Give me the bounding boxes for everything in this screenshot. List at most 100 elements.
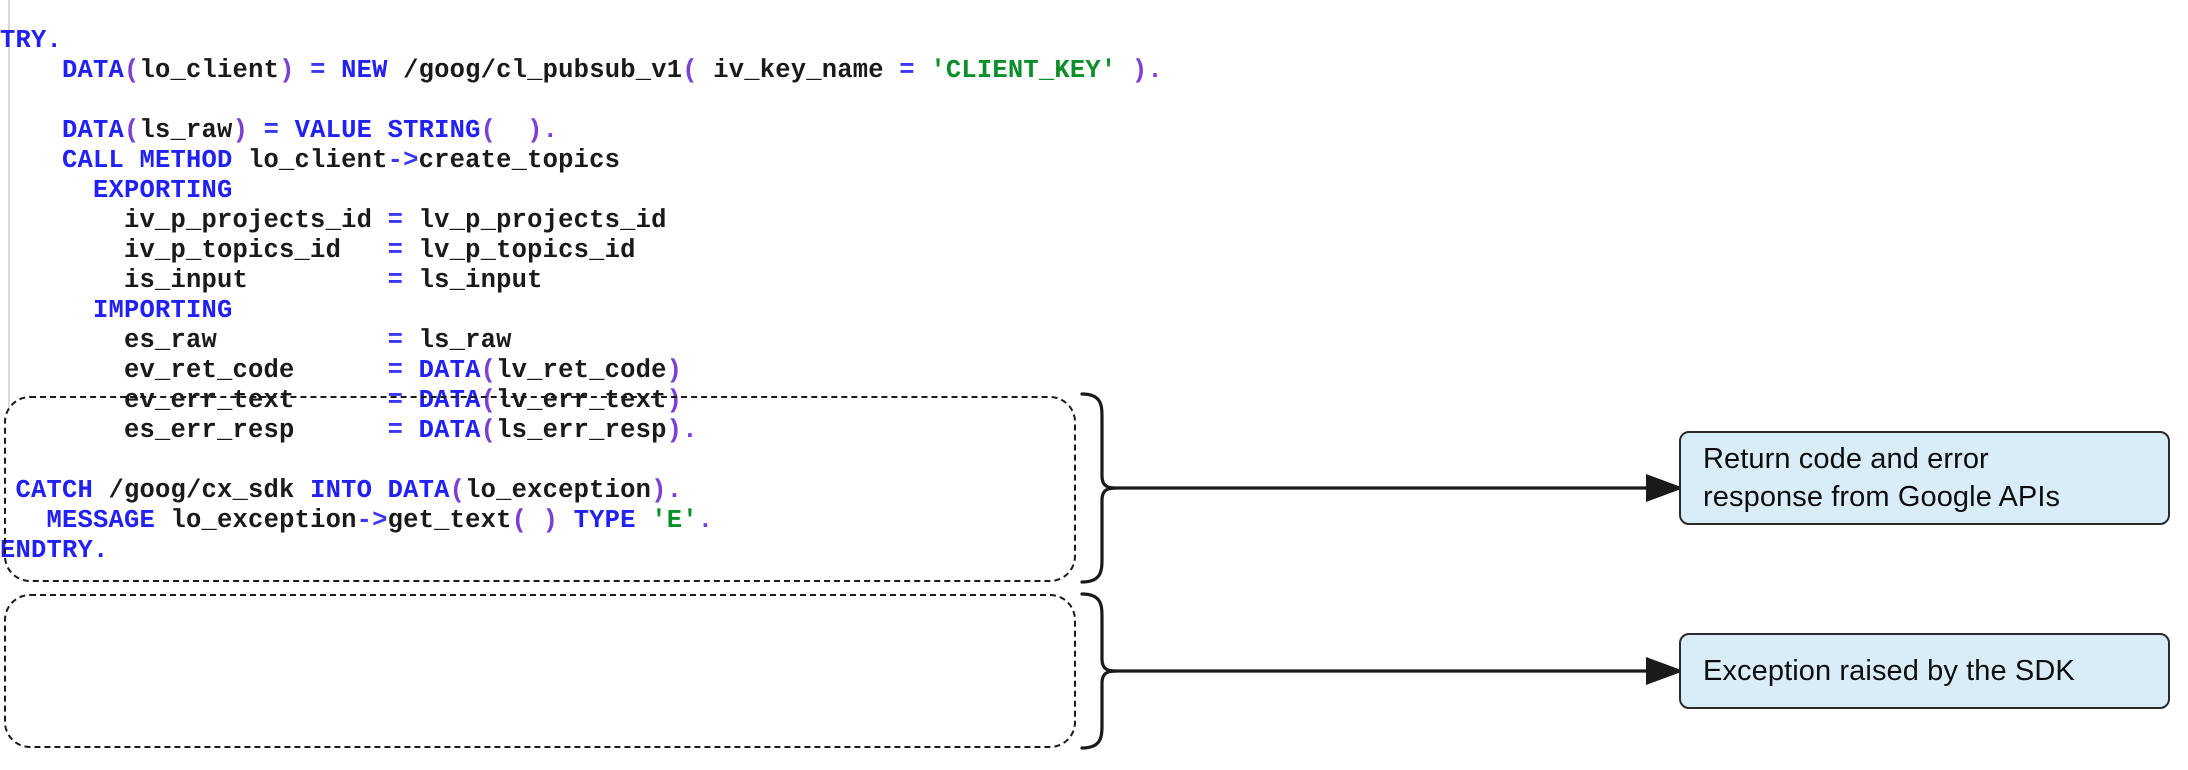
code-token-pn: ) xyxy=(279,55,295,85)
code-token-pn: ) xyxy=(651,475,667,505)
code-token-id: lo_client xyxy=(139,55,280,85)
code-token-id: lv_p_projects_id xyxy=(403,205,667,235)
code-token-pn: ) xyxy=(1131,55,1148,85)
connector-catch xyxy=(1080,592,1684,750)
callout-exception: Exception raised by the SDK xyxy=(1679,633,2170,709)
line-es-err-resp: es_err_resp = DATA(ls_err_resp). xyxy=(0,416,1200,446)
line-blank-1 xyxy=(0,86,1200,116)
code-token-op: = xyxy=(263,115,280,145)
code-token-op: = xyxy=(387,235,404,265)
code-token-op: = xyxy=(387,385,404,415)
line-call-method: CALL METHOD lo_client->create_topics xyxy=(0,146,1200,176)
code-token-op: -> xyxy=(387,145,419,175)
code-token-id xyxy=(248,116,264,145)
code-token-op: = xyxy=(387,265,404,295)
code-token-id: ev_ret_code xyxy=(124,355,388,385)
code-token-id: lo_exception xyxy=(465,475,652,505)
line-try: TRY. xyxy=(0,26,1200,56)
code-token-id xyxy=(915,56,931,85)
line-exporting: EXPORTING xyxy=(0,176,1200,206)
line-is-input: is_input = ls_input xyxy=(0,266,1200,296)
code-token-id: ls_raw xyxy=(139,115,233,145)
code-token-kw: NEW xyxy=(341,55,388,85)
code-token-id xyxy=(636,506,652,535)
code-token-pn: ) xyxy=(666,385,683,415)
code-annotation-diagram: TRY. DATA(lo_client) = NEW /goog/cl_pubs… xyxy=(0,0,2188,770)
code-token-id xyxy=(403,416,419,445)
code-token-id: lo_client xyxy=(232,145,388,175)
code-token-id: lv_p_topics_id xyxy=(403,235,636,265)
code-token-id xyxy=(403,386,419,415)
callout-exception-text: Exception raised by the SDK xyxy=(1703,655,2075,687)
code-token-kw: DATA xyxy=(62,55,125,85)
code-token-id: iv_p_projects_id xyxy=(124,205,388,235)
code-token-kw: MESSAGE xyxy=(46,505,156,535)
code-token-pn: ( ) xyxy=(480,115,543,145)
line-catch: CATCH /goog/cx_sdk INTO DATA(lo_exceptio… xyxy=(0,476,1200,506)
callout-return-code-line1: Return code and error xyxy=(1703,443,1989,475)
code-token-id xyxy=(0,86,16,115)
code-token-kw: TRY. xyxy=(0,25,63,55)
callout-return-code-text: Return code and error response from Goog… xyxy=(1703,440,2060,516)
line-iv-projects: iv_p_projects_id = lv_p_projects_id xyxy=(0,206,1200,236)
code-token-id xyxy=(326,56,342,85)
code-token-pn: ( xyxy=(480,355,497,385)
code-token-id xyxy=(403,356,419,385)
code-token-kw: IMPORTING xyxy=(93,295,233,325)
line-iv-topics: iv_p_topics_id = lv_p_topics_id xyxy=(0,236,1200,266)
code-token-str: 'E' xyxy=(651,505,698,535)
code-token-id xyxy=(372,476,388,505)
code-token-kw: DATA xyxy=(418,415,481,445)
code-token-kw: ENDTRY. xyxy=(0,535,109,565)
code-token-kw: DATA xyxy=(418,355,481,385)
code-token-kw: CALL METHOD xyxy=(62,145,233,175)
code-token-op: = xyxy=(310,55,326,85)
line-endtry: ENDTRY. xyxy=(0,536,1200,566)
code-token-id: ev_err_text xyxy=(124,385,388,415)
line-importing: IMPORTING xyxy=(0,296,1200,326)
code-token-op: -> xyxy=(356,505,388,535)
code-token-op: = xyxy=(387,325,404,355)
code-token-id: lv_ret_code xyxy=(496,355,667,385)
code-token-kw: TYPE xyxy=(573,505,636,535)
line-blank-2 xyxy=(0,446,1200,476)
code-token-pn: . xyxy=(666,475,683,505)
code-token-kw: CATCH xyxy=(15,475,94,505)
code-token-pn: ( xyxy=(449,475,466,505)
line-message: MESSAGE lo_exception->get_text( ) TYPE '… xyxy=(0,506,1200,536)
code-token-kw: VALUE STRING xyxy=(294,115,481,145)
code-token-pn: ( xyxy=(480,385,497,415)
dashed-group-catch xyxy=(4,594,1076,748)
code-token-kw: DATA xyxy=(418,385,481,415)
code-token-id: ls_input xyxy=(403,265,543,295)
code-token-pn: ( xyxy=(124,115,140,145)
code-token-op: = xyxy=(387,355,404,385)
code-token-pn: ( ) xyxy=(511,505,559,535)
code-token-kw: DATA xyxy=(387,475,450,505)
code-token-id: /goog/cx_sdk xyxy=(93,475,311,505)
code-token-str: 'CLIENT_KEY' xyxy=(930,55,1117,85)
code-token-pn: . xyxy=(682,415,698,445)
code-token-id: iv_key_name xyxy=(697,55,900,85)
code-token-pn: . xyxy=(1147,55,1163,85)
code-token-id xyxy=(279,116,295,145)
line-ev-ret-code: ev_ret_code = DATA(lv_ret_code) xyxy=(0,356,1200,386)
line-ls-raw: DATA(ls_raw) = VALUE STRING( ). xyxy=(0,116,1200,146)
code-token-pn: ( xyxy=(124,55,140,85)
code-token-id: get_text xyxy=(387,505,512,535)
abap-code-block: TRY. DATA(lo_client) = NEW /goog/cl_pubs… xyxy=(0,26,1200,566)
code-token-pn: ( xyxy=(682,55,698,85)
code-token-id: lo_exception xyxy=(155,505,357,535)
code-token-id: es_raw xyxy=(124,325,388,355)
